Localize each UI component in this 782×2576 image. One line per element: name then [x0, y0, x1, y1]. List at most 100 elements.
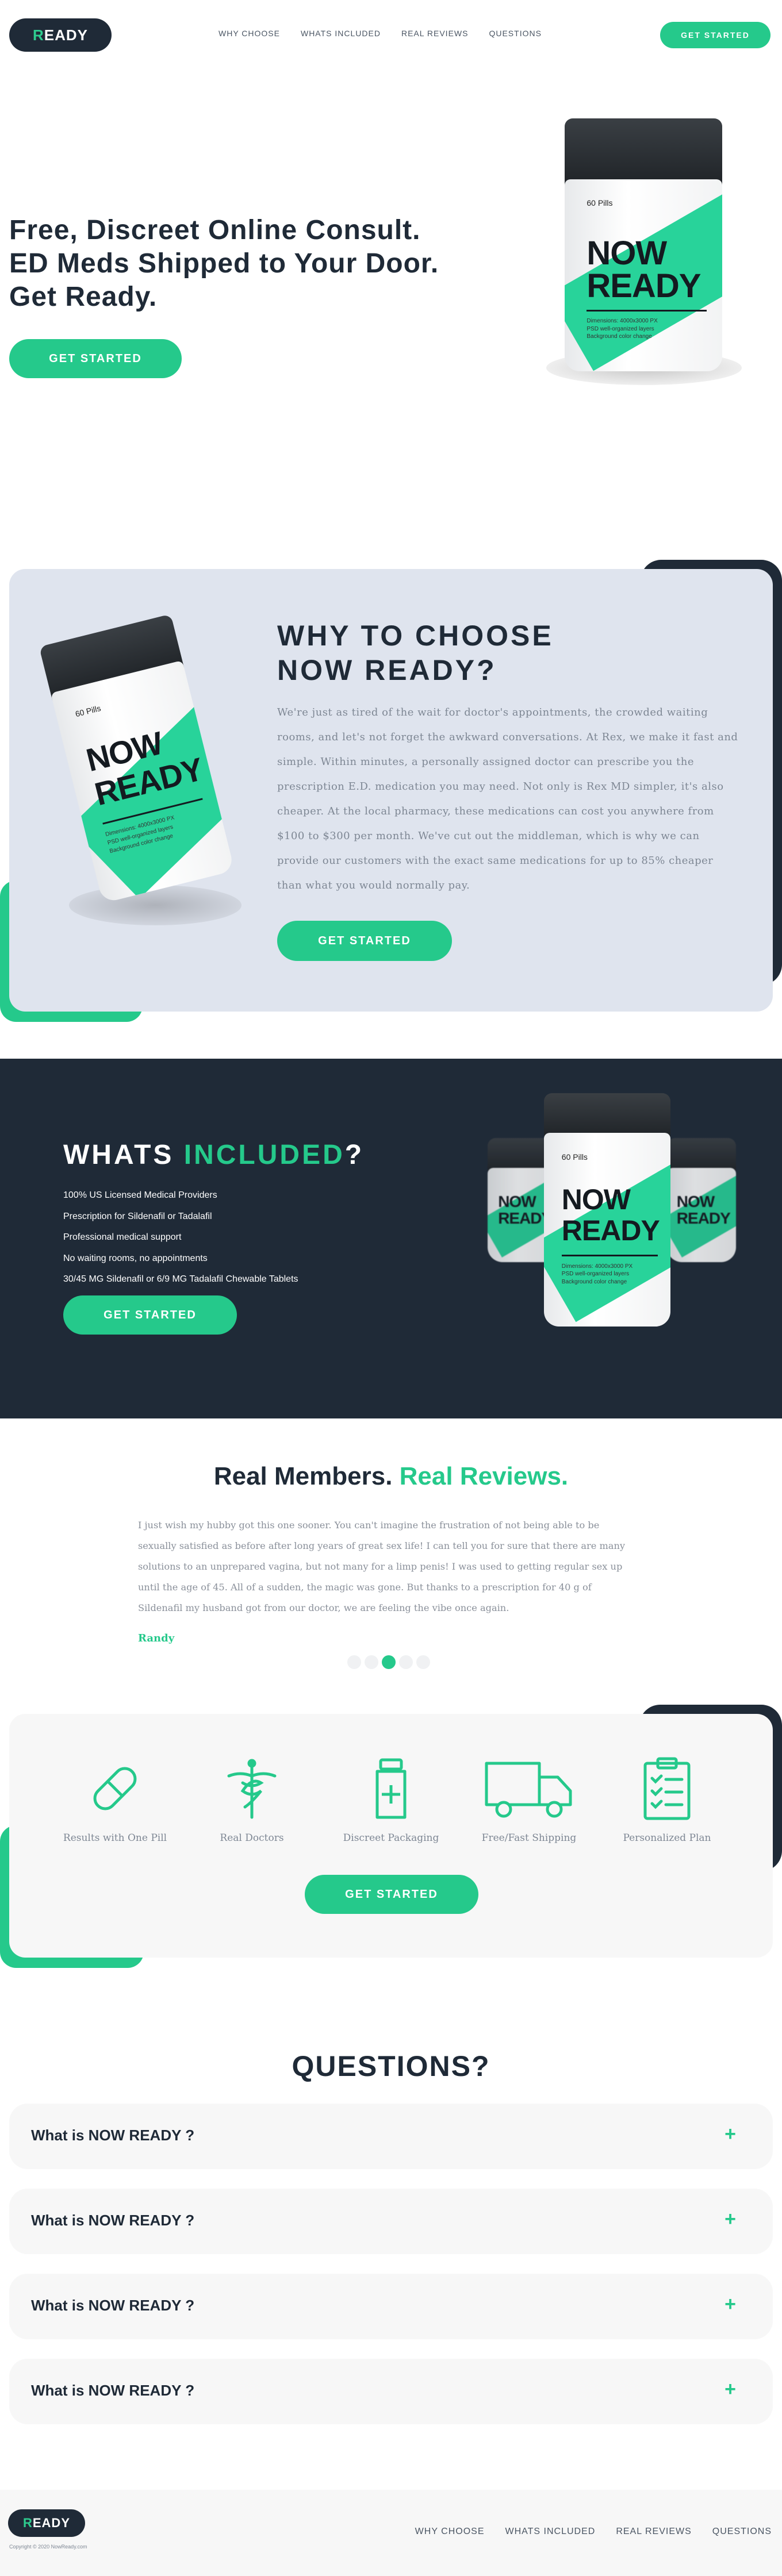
faq-question: What is NOW READY ? — [31, 2382, 195, 2399]
plus-icon[interactable]: + — [724, 2208, 736, 2231]
included-title-c: ? — [344, 1140, 365, 1170]
included-get-started-button[interactable]: GET STARTED — [63, 1295, 237, 1335]
nav-get-started-button[interactable]: GET STARTED — [660, 22, 770, 48]
nav-link-questions[interactable]: QUESTIONS — [489, 29, 541, 38]
reviews-title: Real Members. Real Reviews. — [0, 1462, 782, 1491]
logo-text: EADY — [32, 2516, 70, 2530]
feature-doctors: Real Doctors — [194, 1754, 309, 1844]
bottle-pills-label: 60 Pills — [74, 703, 102, 718]
caduceus-icon — [227, 1759, 277, 1819]
bottle-body: 60 Pills NOW READY Dimensions: 4000x3000… — [565, 179, 722, 371]
bottle-pills-label: 60 Pills — [561, 1152, 588, 1162]
bottle-fine-1: Dimensions: 4000x3000 PX — [586, 318, 658, 325]
bottle-word-now: NOW — [498, 1192, 536, 1210]
footer-link-why-choose[interactable]: WHY CHOOSE — [415, 2527, 485, 2537]
list-item: Professional medical support — [63, 1232, 182, 1242]
nav-link-real-reviews[interactable]: REAL REVIEWS — [401, 29, 469, 38]
bottle-pills-label: 60 Pills — [586, 198, 613, 208]
feature-label: Free/Fast Shipping — [481, 1832, 577, 1844]
why-description: We're just as tired of the wait for doct… — [277, 706, 738, 891]
footer-link-whats-included[interactable]: WHATS INCLUDED — [505, 2527, 596, 2537]
ready-logo[interactable]: R EADY — [9, 18, 112, 52]
truck-icon — [485, 1762, 572, 1818]
included-list: 100% US Licensed Medical Providers Presc… — [63, 1185, 298, 1290]
feature-label: Personalized Plan — [623, 1832, 711, 1844]
bottle-body: NOW READY — [667, 1167, 736, 1262]
nav-link-why-choose[interactable]: WHY CHOOSE — [218, 29, 280, 38]
logo-letter: R — [22, 2516, 33, 2530]
feature-label: Real Doctors — [220, 1832, 284, 1844]
footer-logo[interactable]: R EADY — [8, 2509, 85, 2537]
plus-icon[interactable]: + — [724, 2123, 736, 2146]
feature-label: Results with One Pill — [63, 1832, 167, 1844]
bottle-body: 60 Pills NOW READY Dimensions: 4000x3000… — [544, 1133, 670, 1327]
hero-title: Free, Discreet Online Consult. ED Meds S… — [9, 214, 439, 314]
bottle-rule — [561, 1255, 658, 1257]
faq-item[interactable]: What is NOW READY ? + — [9, 2359, 773, 2424]
list-item: 30/45 MG Sildenafil or 6/9 MG Tadalafil … — [63, 1274, 298, 1284]
bottle-word-now: NOW — [676, 1192, 715, 1210]
bottle-rule — [586, 309, 707, 312]
carousel-dot[interactable] — [365, 1655, 378, 1669]
pill-icon — [93, 1767, 137, 1810]
faq-question: What is NOW READY ? — [31, 2212, 195, 2229]
reviews-title-b: Real Reviews. — [399, 1462, 569, 1490]
carousel-dot-active[interactable] — [382, 1655, 396, 1669]
included-title-a: WHATS — [63, 1140, 184, 1170]
faq-item[interactable]: What is NOW READY ? + — [9, 2274, 773, 2339]
carousel-dot[interactable] — [416, 1655, 430, 1669]
faq-question: What is NOW READY ? — [31, 2127, 195, 2144]
reviewer-name: Randy — [138, 1632, 175, 1644]
feature-shipping: Free/Fast Shipping — [471, 1754, 586, 1844]
list-item: Prescription for Sildenafil or Tadalafil — [63, 1211, 212, 1221]
feature-results: Results with One Pill — [57, 1754, 172, 1844]
nav-link-whats-included[interactable]: WHATS INCLUDED — [301, 29, 381, 38]
footer-link-questions[interactable]: QUESTIONS — [712, 2527, 772, 2537]
carousel-dot[interactable] — [347, 1655, 361, 1669]
faq-item[interactable]: What is NOW READY ? + — [9, 2189, 773, 2254]
list-item: 100% US Licensed Medical Providers — [63, 1190, 217, 1200]
bottle-cap — [565, 118, 722, 190]
hero-line-1: Free, Discreet Online Consult. — [9, 215, 421, 245]
side-bottle-right-image: NOW READY — [667, 1138, 736, 1262]
bottle-word-now: NOW — [561, 1183, 631, 1216]
bottle-word-now: NOW — [586, 234, 667, 272]
bottle-fine-2: PSD well-organized layers — [561, 1271, 630, 1278]
feature-label: Discreet Packaging — [343, 1832, 439, 1844]
included-title: WHATS INCLUDED? — [63, 1139, 364, 1171]
clipboard-icon — [643, 1757, 691, 1820]
bottle-word-ready: READY — [561, 1214, 660, 1247]
hero-get-started-button[interactable]: GET STARTED — [9, 339, 182, 378]
feature-plan: Personalized Plan — [610, 1754, 724, 1844]
footer-links: WHY CHOOSE WHATS INCLUDED REAL REVIEWS Q… — [415, 2527, 772, 2537]
bottle-fine-2: PSD well-organized layers — [586, 325, 654, 332]
bottle-word-ready: READY — [586, 267, 701, 305]
why-title-line-2: NOW READY? — [277, 654, 497, 686]
why-get-started-button[interactable]: GET STARTED — [277, 921, 452, 961]
included-title-b: INCLUDED — [183, 1140, 345, 1170]
features-get-started-button[interactable]: GET STARTED — [305, 1875, 478, 1914]
bottle-fine-1: Dimensions: 4000x3000 PX — [561, 1263, 633, 1270]
bottle-fine-3: Background color change — [586, 333, 652, 340]
carousel-dot[interactable] — [399, 1655, 413, 1669]
hero-bottle-image: 60 Pills NOW READY Dimensions: 4000x3000… — [565, 118, 722, 371]
included-bottle-image: 60 Pills NOW READY Dimensions: 4000x3000… — [544, 1093, 670, 1327]
questions-title: QUESTIONS? — [292, 2050, 490, 2082]
footer-link-real-reviews[interactable]: REAL REVIEWS — [616, 2527, 691, 2537]
faq-item[interactable]: What is NOW READY ? + — [9, 2104, 773, 2169]
bottle-word-ready: READY — [676, 1209, 731, 1228]
list-item: No waiting rooms, no appointments — [63, 1253, 208, 1263]
nav-links: WHY CHOOSE WHATS INCLUDED REAL REVIEWS Q… — [218, 29, 542, 38]
plus-icon[interactable]: + — [724, 2378, 736, 2401]
hero-line-2: ED Meds Shipped to Your Door. — [9, 248, 439, 279]
bottle-shadow — [69, 885, 241, 925]
carousel-dots — [347, 1655, 430, 1669]
review-text: I just wish my hubby got this one sooner… — [138, 1520, 626, 1613]
logo-letter: R — [32, 26, 44, 44]
reviews-title-a: Real Members. — [213, 1462, 400, 1490]
bottle-fine-3: Background color change — [561, 1278, 627, 1285]
medicine-bottle-icon — [375, 1758, 407, 1819]
faq-question: What is NOW READY ? — [31, 2297, 195, 2314]
plus-icon[interactable]: + — [724, 2293, 736, 2316]
hero-line-3: Get Ready. — [9, 282, 158, 312]
